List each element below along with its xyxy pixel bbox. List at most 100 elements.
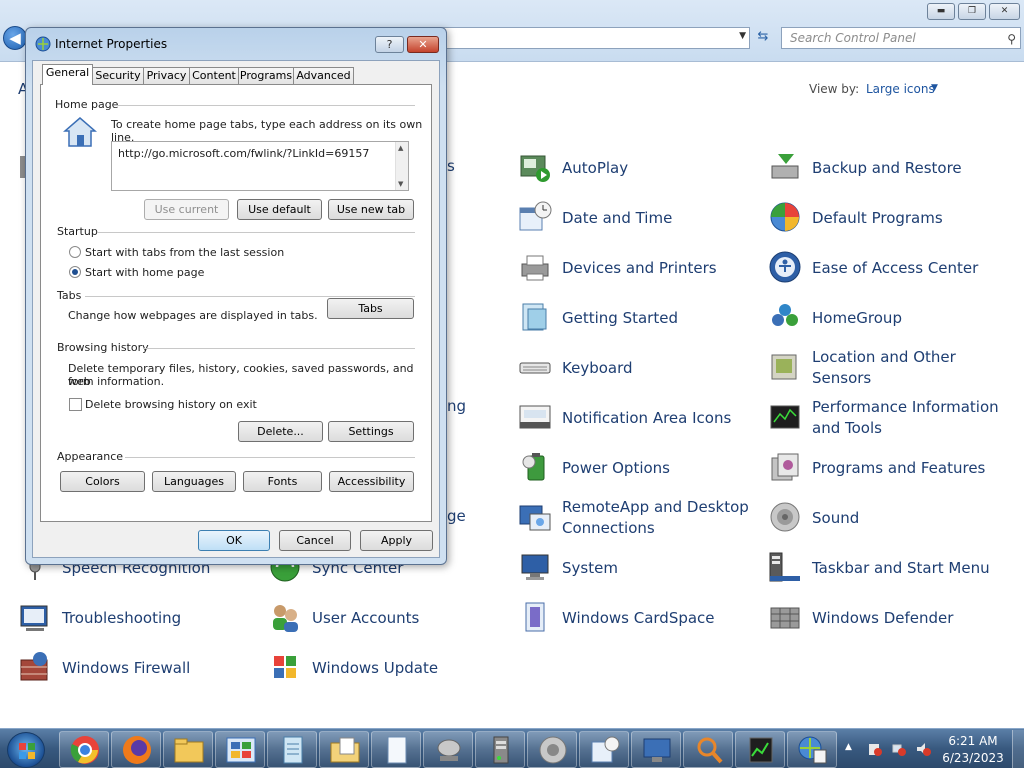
cp-item-devices-printers[interactable]: Devices and Printers <box>518 246 758 290</box>
cp-item-cardspace[interactable]: Windows CardSpace <box>518 596 758 640</box>
radio-home-page[interactable] <box>69 266 81 278</box>
cardspace-icon <box>525 602 545 632</box>
tab-privacy[interactable]: Privacy <box>143 67 190 85</box>
languages-button[interactable]: Languages <box>152 471 236 492</box>
radio-home-page-label[interactable]: Start with home page <box>85 266 204 279</box>
partial-label: ng <box>447 397 467 415</box>
cp-item-label: Devices and Printers <box>562 258 717 277</box>
accessibility-button[interactable]: Accessibility <box>329 471 414 492</box>
address-dropdown-icon[interactable]: ▼ <box>739 31 746 41</box>
help-button[interactable]: ? <box>375 36 404 53</box>
colors-button[interactable]: Colors <box>60 471 145 492</box>
delete-on-exit-label[interactable]: Delete browsing history on exit <box>85 398 257 411</box>
cp-item-user-accounts[interactable]: User Accounts <box>268 596 508 640</box>
remote-desktop-icon <box>643 738 671 762</box>
cp-item-notification-area[interactable]: Notification Area Icons <box>518 396 758 440</box>
textarea-scrollbar[interactable]: ▲ ▼ <box>395 142 408 190</box>
cp-item-windows-firewall[interactable]: Windows Firewall <box>18 646 258 690</box>
restore-button[interactable]: ❐ <box>958 3 986 20</box>
delete-on-exit-checkbox[interactable] <box>69 398 82 411</box>
cp-item-homegroup[interactable]: HomeGroup <box>768 296 1008 340</box>
taskbar-folder[interactable] <box>319 731 369 768</box>
address-bar[interactable]: ▼ <box>440 27 750 49</box>
performance-icon <box>770 405 800 429</box>
home-page-textarea[interactable]: http://go.microsoft.com/fwlink/?LinkId=6… <box>111 141 409 191</box>
home-icon <box>63 117 97 147</box>
cp-item-performance[interactable]: Performance Information and Tools <box>768 396 1008 440</box>
cp-item-sound[interactable]: Sound <box>768 496 1008 540</box>
taskbar-internet-options[interactable] <box>787 731 837 768</box>
taskbar: ▲ 6:21 AM 6/23/2023 <box>0 728 1024 768</box>
taskbar-remote-desktop[interactable] <box>631 731 681 768</box>
use-current-button[interactable]: Use current <box>144 199 229 220</box>
cp-item-windows-update[interactable]: Windows Update <box>268 646 508 690</box>
view-by-dropdown[interactable]: Large icons <box>866 82 935 96</box>
cp-item-troubleshooting[interactable]: Troubleshooting <box>18 596 258 640</box>
chevron-down-icon[interactable]: ▼ <box>931 83 938 93</box>
cp-item-remoteapp[interactable]: RemoteApp and Desktop Connections <box>518 496 758 540</box>
cp-item-programs-features[interactable]: Programs and Features <box>768 446 1008 490</box>
history-settings-button[interactable]: Settings <box>328 421 414 442</box>
tab-advanced[interactable]: Advanced <box>293 67 354 85</box>
dialog-close-button[interactable]: ✕ <box>407 36 439 53</box>
show-hidden-icons[interactable]: ▲ <box>845 742 852 752</box>
cp-item-label: Troubleshooting <box>62 608 182 627</box>
taskbar-calendar[interactable] <box>579 731 629 768</box>
cp-item-ease-of-access[interactable]: Ease of Access Center <box>768 246 1008 290</box>
cp-item-windows-defender[interactable]: Windows Defender <box>768 596 1008 640</box>
taskbar-notepad[interactable] <box>267 731 317 768</box>
radio-last-session-label[interactable]: Start with tabs from the last session <box>85 246 284 259</box>
action-center-icon[interactable] <box>867 741 883 757</box>
group-startup: Startup <box>57 225 98 238</box>
cp-item-taskbar-start[interactable]: Taskbar and Start Menu <box>768 546 1008 590</box>
clock-time[interactable]: 6:21 AM <box>940 734 1006 748</box>
printer-icon <box>521 255 549 281</box>
refresh-icon[interactable]: ⇆ <box>752 29 774 47</box>
use-default-button[interactable]: Use default <box>237 199 322 220</box>
cp-item-location-sensors[interactable]: Location and Other Sensors <box>768 346 1008 390</box>
taskbar-control-panel[interactable] <box>215 731 265 768</box>
cp-item-getting-started[interactable]: Getting Started <box>518 296 758 340</box>
fonts-button[interactable]: Fonts <box>243 471 322 492</box>
clock-date[interactable]: 6/23/2023 <box>940 751 1006 765</box>
taskbar-server[interactable] <box>475 731 525 768</box>
taskbar-file-explorer[interactable] <box>163 731 213 768</box>
tab-programs[interactable]: Programs <box>238 67 294 85</box>
volume-muted-icon[interactable] <box>915 741 931 757</box>
back-button[interactable]: ◀ <box>3 26 27 50</box>
tab-security[interactable]: Security <box>92 67 144 85</box>
scroll-down-icon[interactable]: ▼ <box>398 180 403 188</box>
show-desktop-button[interactable] <box>1012 730 1024 768</box>
taskbar-document[interactable] <box>371 731 421 768</box>
taskbar-chrome[interactable] <box>59 731 109 768</box>
network-tray-icon[interactable] <box>891 741 907 757</box>
close-button[interactable]: ✕ <box>989 3 1020 20</box>
use-new-tab-button[interactable]: Use new tab <box>328 199 414 220</box>
taskbar-network[interactable] <box>423 731 473 768</box>
cp-item-keyboard[interactable]: Keyboard <box>518 346 758 390</box>
search-input[interactable]: Search Control Panel ⚲ <box>781 27 1021 49</box>
tabs-button[interactable]: Tabs <box>327 298 414 319</box>
search-icon[interactable]: ⚲ <box>1007 29 1016 49</box>
ok-button[interactable]: OK <box>198 530 270 551</box>
tab-content[interactable]: Content <box>189 67 239 85</box>
cp-item-date-time[interactable]: Date and Time <box>518 196 758 240</box>
start-button[interactable] <box>7 732 45 768</box>
cp-item-default-programs[interactable]: Default Programs <box>768 196 1008 240</box>
taskbar-firefox[interactable] <box>111 731 161 768</box>
cp-item-power-options[interactable]: Power Options <box>518 446 758 490</box>
history-description-line2: form information. <box>68 375 165 388</box>
delete-history-button[interactable]: Delete... <box>238 421 323 442</box>
cp-item-system[interactable]: System <box>518 546 758 590</box>
minimize-button[interactable]: ▬ <box>927 3 955 20</box>
apply-button[interactable]: Apply <box>360 530 433 551</box>
taskbar-search[interactable] <box>683 731 733 768</box>
tab-general[interactable]: General <box>42 64 93 85</box>
taskbar-task-manager[interactable] <box>735 731 785 768</box>
cp-item-backup-restore[interactable]: Backup and Restore <box>768 146 1008 190</box>
taskbar-speaker[interactable] <box>527 731 577 768</box>
scroll-up-icon[interactable]: ▲ <box>398 144 403 152</box>
cp-item-autoplay[interactable]: AutoPlay <box>518 146 758 190</box>
radio-last-session[interactable] <box>69 246 81 258</box>
cancel-button[interactable]: Cancel <box>279 530 351 551</box>
